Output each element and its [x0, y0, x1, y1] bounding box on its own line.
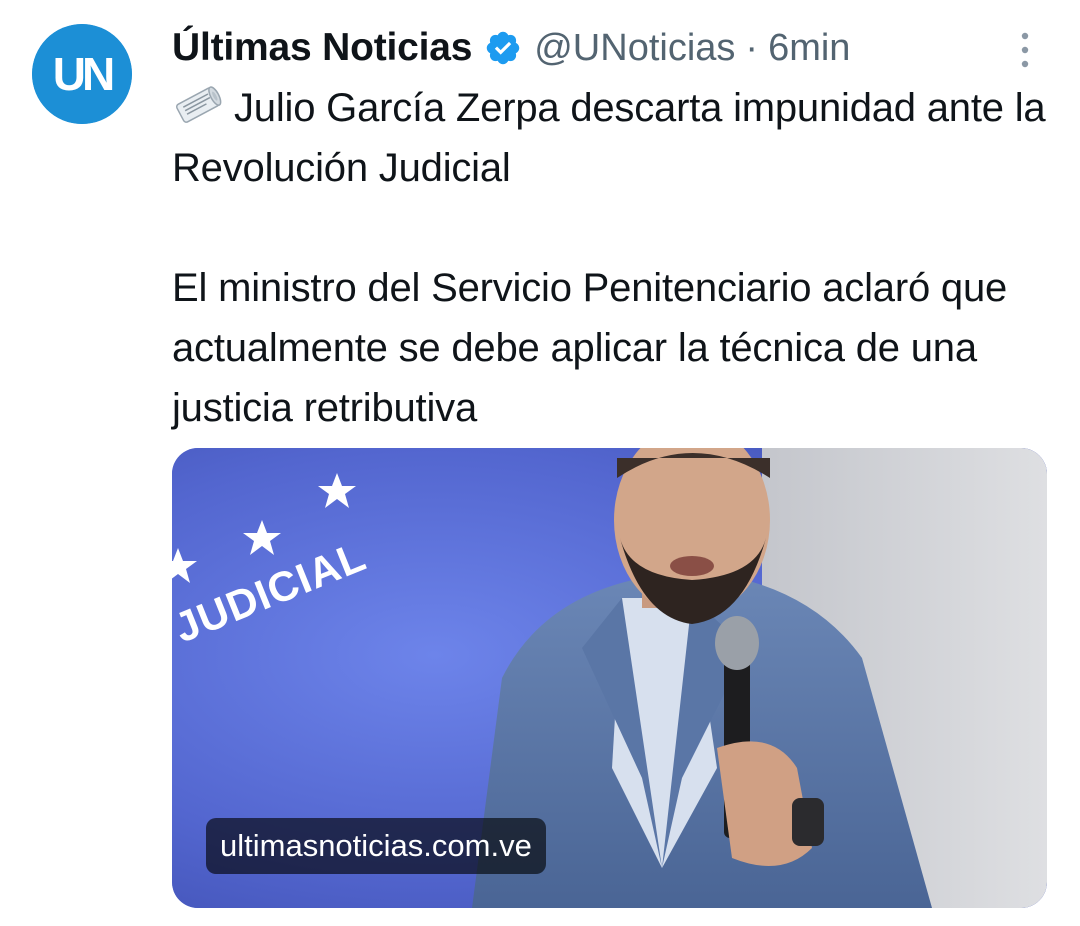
display-name[interactable]: Últimas Noticias [172, 26, 472, 70]
handle[interactable]: @UNoticias [534, 27, 735, 70]
tweet-headline-line: Julio García Zerpa descarta impunidad an… [172, 78, 1052, 198]
avatar[interactable]: UN [32, 24, 132, 124]
tweet-text: Julio García Zerpa descarta impunidad an… [172, 78, 1052, 438]
newspaper-roll-icon [172, 83, 224, 127]
tweet-header: Últimas Noticias @UNoticias · 6min [172, 20, 850, 76]
avatar-text: UN [53, 48, 113, 100]
timestamp[interactable]: 6min [768, 27, 850, 70]
link-domain-badge[interactable]: ultimasnoticias.com.ve [206, 818, 546, 874]
more-options-icon[interactable] [1010, 28, 1040, 72]
tweet-body: El ministro del Servicio Penitenciario a… [172, 266, 1008, 430]
avatar-logo: UN [32, 24, 132, 124]
tweet-headline: Julio García Zerpa descarta impunidad an… [172, 86, 1046, 190]
media-card[interactable]: JUDICIAL ultimasnoticias.com.ve [172, 448, 1047, 908]
separator-dot: · [745, 26, 759, 69]
verified-badge-icon [484, 29, 522, 67]
